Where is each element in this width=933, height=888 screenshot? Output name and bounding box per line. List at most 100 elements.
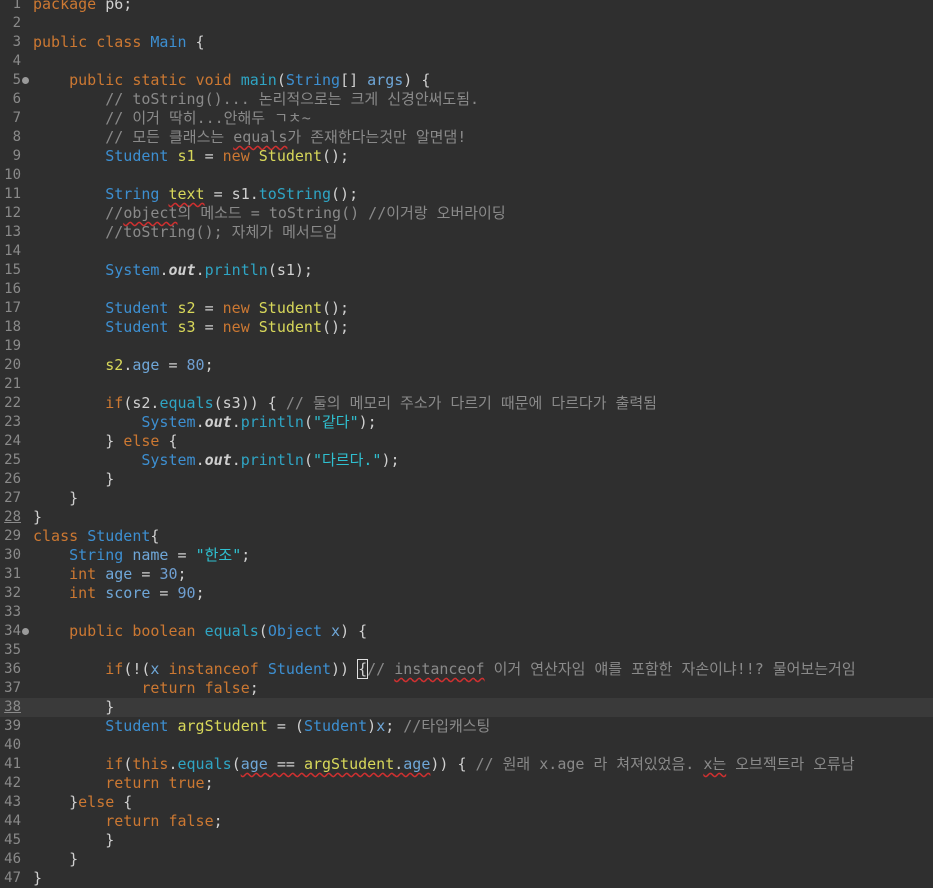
code-line[interactable]: 32 int score = 90; — [0, 584, 933, 603]
code-token: Main — [150, 33, 187, 51]
code-line[interactable]: 15 System.out.println(s1); — [0, 261, 933, 280]
code-line[interactable]: 22 if(s2.equals(s3)) { // 둘의 메모리 주소가 다르기… — [0, 394, 933, 413]
code-line[interactable]: 3 public class Main { — [0, 33, 933, 52]
code-line[interactable]: 11 String text = s1.toString(); — [0, 185, 933, 204]
code-text: // 모든 클래스는 equals가 존재한다는것만 알면댐! — [33, 128, 466, 147]
code-line[interactable]: 27 } — [0, 489, 933, 508]
code-line[interactable]: 5 public static void main(String[] args)… — [0, 71, 933, 90]
line-number: 9 — [12, 148, 21, 164]
code-line[interactable]: 4 — [0, 52, 933, 71]
code-token: Student — [105, 299, 169, 317]
code-line[interactable]: 45 } — [0, 831, 933, 850]
code-line[interactable]: 7 // 이거 딱히...안해두 ㄱㅊ~ — [0, 109, 933, 128]
code-line[interactable]: 34 public boolean equals(Object x) { — [0, 622, 933, 641]
code-text: } — [33, 470, 114, 489]
code-line[interactable]: 23 System.out.println("같다"); — [0, 413, 933, 432]
code-line[interactable]: 14 — [0, 242, 933, 261]
code-text: if(this.equals(age == argStudent.age)) {… — [33, 755, 855, 774]
code-token: s3 — [177, 318, 196, 336]
code-token: = s1. — [204, 185, 259, 203]
code-token: static — [132, 71, 187, 89]
code-token: age — [105, 565, 133, 583]
code-token: (); — [331, 185, 359, 203]
code-line[interactable]: 6 // toString()... 논리적으로는 크게 신경안써도됨. — [0, 90, 933, 109]
code-text: } — [33, 850, 78, 869]
code-token: Student — [105, 147, 169, 165]
code-token: } — [33, 470, 115, 488]
code-token: new — [222, 318, 250, 336]
code-line[interactable]: 20 s2.age = 80; — [0, 356, 933, 375]
code-token: = — [195, 147, 223, 165]
code-line[interactable]: 12 //object의 메소드 = toString() //이거랑 오버라이… — [0, 204, 933, 223]
code-line[interactable]: 46 } — [0, 850, 933, 869]
line-number: 32 — [4, 585, 21, 601]
code-line[interactable]: 37 return false; — [0, 679, 933, 698]
code-line[interactable]: 36 if(!(x instanceof Student)) {// insta… — [0, 659, 933, 679]
code-token: public — [69, 622, 124, 640]
code-line[interactable]: 38 } — [0, 698, 933, 717]
code-line[interactable]: 9 Student s1 = new Student(); — [0, 147, 933, 166]
code-token: . — [123, 356, 133, 374]
code-token: int — [69, 584, 97, 602]
line-number: 21 — [4, 376, 21, 392]
code-token: ) { — [403, 71, 431, 89]
code-line[interactable]: 2 — [0, 14, 933, 33]
code-line[interactable]: 28} — [0, 508, 933, 527]
line-number: 22 — [4, 395, 21, 411]
code-line[interactable]: 1 package p6; — [0, 0, 933, 14]
code-line[interactable]: 33 — [0, 603, 933, 622]
code-line[interactable]: 30 String name = "한조"; — [0, 546, 933, 565]
code-token: class — [33, 527, 79, 545]
fold-toggle-icon[interactable] — [22, 628, 29, 635]
code-line[interactable]: 13 //toString(); 자체가 메서드임 — [0, 223, 933, 242]
code-token: [] — [340, 71, 368, 89]
line-number: 40 — [4, 737, 21, 753]
code-line[interactable]: 21 — [0, 375, 933, 394]
code-text: System.out.println(s1); — [33, 261, 313, 280]
code-line[interactable]: 25 System.out.println("다르다."); — [0, 451, 933, 470]
code-token: instanceof — [168, 660, 259, 678]
code-line[interactable]: 31 int age = 30; — [0, 565, 933, 584]
code-line[interactable]: 26 } — [0, 470, 933, 489]
code-token: // 원래 x.age 라 쳐져있었음. — [475, 755, 704, 773]
code-editor[interactable]: 1 package p6; 2 3 public class Main {4 5 publ… — [0, 0, 933, 887]
code-line[interactable]: 41 if(this.equals(age == argStudent.age)… — [0, 755, 933, 774]
code-text: return false; — [33, 812, 223, 831]
code-token: s1 — [177, 147, 196, 165]
line-number: 8 — [12, 129, 21, 145]
code-line[interactable]: 18 Student s3 = new Student(); — [0, 318, 933, 337]
line-number: 31 — [4, 566, 21, 582]
code-token: return — [141, 679, 196, 697]
code-line[interactable]: 8 // 모든 클래스는 equals가 존재한다는것만 알면댐! — [0, 128, 933, 147]
code-line[interactable]: 43 }else { — [0, 793, 933, 812]
code-line[interactable]: 39 Student argStudent = (Student)x; //타입… — [0, 717, 933, 736]
code-token: == — [267, 755, 304, 773]
fold-toggle-icon[interactable] — [22, 77, 29, 84]
code-token: 오브젝트라 오류남 — [726, 755, 855, 773]
code-text: if(!(x instanceof Student)) {// instance… — [33, 659, 856, 679]
code-text: } — [33, 489, 78, 508]
code-line[interactable]: 16 — [0, 280, 933, 299]
code-token: ; — [385, 717, 404, 735]
code-token: ; — [213, 812, 223, 830]
code-line[interactable]: 24 } else { — [0, 432, 933, 451]
code-line[interactable]: 10 — [0, 166, 933, 185]
code-line[interactable]: 35 — [0, 641, 933, 660]
line-number: 25 — [4, 452, 21, 468]
code-line[interactable]: 19 — [0, 337, 933, 356]
code-line[interactable]: 29 class Student{ — [0, 527, 933, 546]
code-line[interactable]: 17 Student s2 = new Student(); — [0, 299, 933, 318]
code-line[interactable]: 40 — [0, 736, 933, 755]
code-line[interactable]: 42 return true; — [0, 774, 933, 793]
code-line[interactable]: 47} — [0, 869, 933, 888]
code-line[interactable]: 44 return false; — [0, 812, 933, 831]
